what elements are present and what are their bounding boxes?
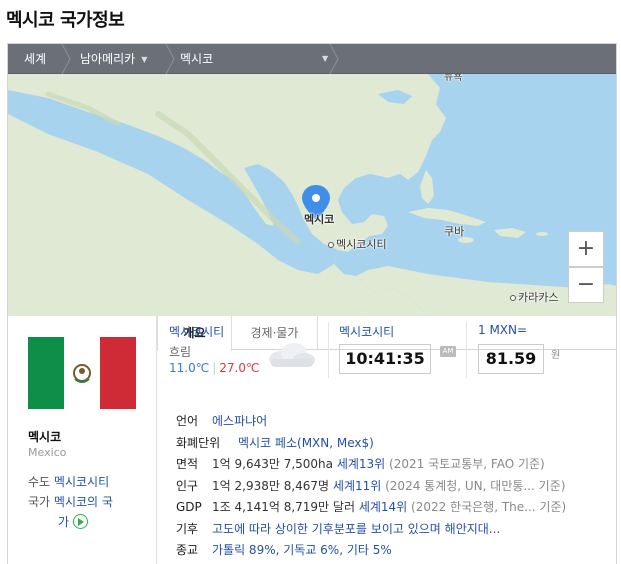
fact-label: 면적 bbox=[176, 457, 199, 471]
breadcrumb-label: 남아메리카 bbox=[80, 52, 136, 66]
anthem-link[interactable]: 멕시코의 국 bbox=[54, 495, 113, 509]
anthem-row: 국가 멕시코의 국 bbox=[28, 493, 113, 510]
chevron-down-icon: ▼ bbox=[141, 55, 148, 64]
map-label-text: 카라카스 bbox=[518, 291, 559, 304]
fact-link[interactable]: 에스파냐어 bbox=[212, 414, 267, 428]
country-name-en: Mexico bbox=[28, 446, 67, 459]
clock-city[interactable]: 멕시코시티 bbox=[339, 323, 394, 340]
map-label-text: 멕시코시티 bbox=[336, 238, 387, 251]
anthem-row-cont: 가 bbox=[58, 513, 88, 530]
map[interactable]: 멕시코 멕시코시티 쿠바 카라카스 뉴욕 + − bbox=[8, 74, 616, 316]
anthem-link-cont[interactable]: 가 bbox=[58, 515, 69, 529]
cloud-icon bbox=[269, 343, 315, 367]
ampm-badge: AM bbox=[440, 346, 456, 357]
fact-row: GDP 1조 4,141억 8,719만 달러 세계14위 (2022 한국은행,… bbox=[176, 497, 606, 519]
city-dot-icon bbox=[328, 242, 334, 248]
exchange-unit: 원 bbox=[551, 350, 561, 361]
mexico-flag-icon bbox=[28, 337, 136, 409]
map-label-pin: 멕시코 bbox=[304, 213, 335, 226]
clock-time: 10:41:35 bbox=[339, 344, 431, 374]
fact-value: 1억 2,938만 8,467명 bbox=[212, 478, 333, 493]
fact-row: 면적 1억 9,643만 7,500ha 세계13위 (2021 국토교통부, F… bbox=[176, 454, 606, 476]
fact-label: 인구 bbox=[176, 478, 199, 493]
fact-row: 화폐단위 멕시코 페소(MXN, Mex$) bbox=[176, 433, 606, 455]
map-label-cuba: 쿠바 bbox=[444, 225, 465, 238]
map-label-mexico-city: 멕시코시티 bbox=[328, 236, 387, 252]
fact-link[interactable]: 세계13위 bbox=[337, 457, 385, 471]
capital-row: 수도 멕시코시티 bbox=[28, 473, 109, 490]
fact-value: (2024 통계청, UN, 대만통... 기준) bbox=[381, 478, 566, 493]
breadcrumb-world[interactable]: 세계 bbox=[24, 44, 46, 74]
page-title: 멕시코 국가정보 bbox=[6, 10, 125, 31]
fact-value: (2021 국토교통부, FAO 기준) bbox=[385, 457, 545, 471]
fact-label: 기후 bbox=[176, 521, 199, 536]
breadcrumb-region[interactable]: 남아메리카 ▼ bbox=[80, 44, 147, 74]
weather-temps: 11.0℃ | 27.0℃ bbox=[169, 361, 260, 375]
weather-condition: 흐림 bbox=[169, 345, 192, 359]
fact-label: 화폐단위 bbox=[176, 435, 221, 450]
anthem-label: 국가 bbox=[28, 495, 51, 509]
capital-link[interactable]: 멕시코시티 bbox=[54, 475, 109, 489]
fact-link[interactable]: 멕시코 페소(MXN, Mex$) bbox=[238, 436, 374, 450]
play-icon[interactable] bbox=[72, 514, 88, 529]
exchange-label[interactable]: 1 MXN= bbox=[478, 323, 527, 337]
fact-row: 인구 1억 2,938만 8,467명 세계11위 (2024 통계청, UN, … bbox=[176, 476, 606, 498]
fact-row: 언어 에스파냐어 bbox=[176, 411, 606, 433]
fact-value: (2022 한국은행, The... 기준) bbox=[407, 500, 567, 514]
zoom-out-button[interactable]: − bbox=[568, 267, 604, 303]
divider bbox=[328, 322, 329, 378]
weather-city[interactable]: 멕시코시티 bbox=[169, 323, 224, 340]
fact-value: 1조 4,141억 8,719만 달러 bbox=[212, 500, 359, 514]
divider bbox=[466, 322, 467, 378]
breadcrumb-label: 세계 bbox=[24, 52, 47, 66]
country-summary: 멕시코 Mexico 수도 멕시코시티 국가 멕시코의 국 가 bbox=[8, 316, 157, 564]
breadcrumb: 세계 남아메리카 ▼ 멕시코 ▼ bbox=[8, 44, 616, 74]
zoom-in-button[interactable]: + bbox=[568, 231, 604, 267]
exchange-value: 81.59 bbox=[478, 344, 544, 374]
temp-high: 27.0℃ bbox=[219, 361, 260, 375]
fact-label: GDP bbox=[176, 500, 202, 514]
temp-low: 11.0℃ bbox=[169, 361, 210, 375]
fact-label: 언어 bbox=[176, 414, 199, 428]
fact-row: 종교 가톨릭 89%, 기독교 6%, 기타 5% bbox=[176, 540, 606, 562]
breadcrumb-separator-icon bbox=[329, 44, 339, 74]
fact-link[interactable]: 가톨릭 89%, 기독교 6%, 기타 5% bbox=[212, 543, 392, 557]
breadcrumb-label: 멕시코 bbox=[180, 52, 214, 66]
facts-list: 언어 에스파냐어화폐단위 멕시코 페소(MXN, Mex$) 면적 1억 9,643만 … bbox=[176, 411, 606, 562]
fact-link[interactable]: 고도에 따라 상이한 기후분포를 보이고 있으며 해안지대... bbox=[212, 522, 500, 536]
map-canvas bbox=[8, 74, 616, 316]
map-label-caracas: 카라카스 bbox=[510, 289, 558, 305]
country-name: 멕시코 bbox=[28, 430, 62, 444]
fact-link[interactable]: 세계14위 bbox=[359, 500, 407, 514]
capital-label: 수도 bbox=[28, 475, 51, 489]
fact-row: 기후 고도에 따라 상이한 기후분포를 보이고 있으며 해안지대... bbox=[176, 519, 606, 541]
breadcrumb-separator-icon bbox=[165, 44, 175, 74]
fact-value: 1억 9,643만 7,500ha bbox=[212, 457, 337, 471]
breadcrumb-separator-icon bbox=[61, 44, 71, 74]
city-dot-icon bbox=[510, 295, 516, 301]
fact-link[interactable]: 세계11위 bbox=[333, 479, 381, 493]
fact-label: 종교 bbox=[176, 543, 199, 557]
map-label-top-clipped: 뉴욕 bbox=[444, 74, 463, 83]
breadcrumb-country[interactable]: 멕시코 ▼ bbox=[180, 44, 330, 74]
